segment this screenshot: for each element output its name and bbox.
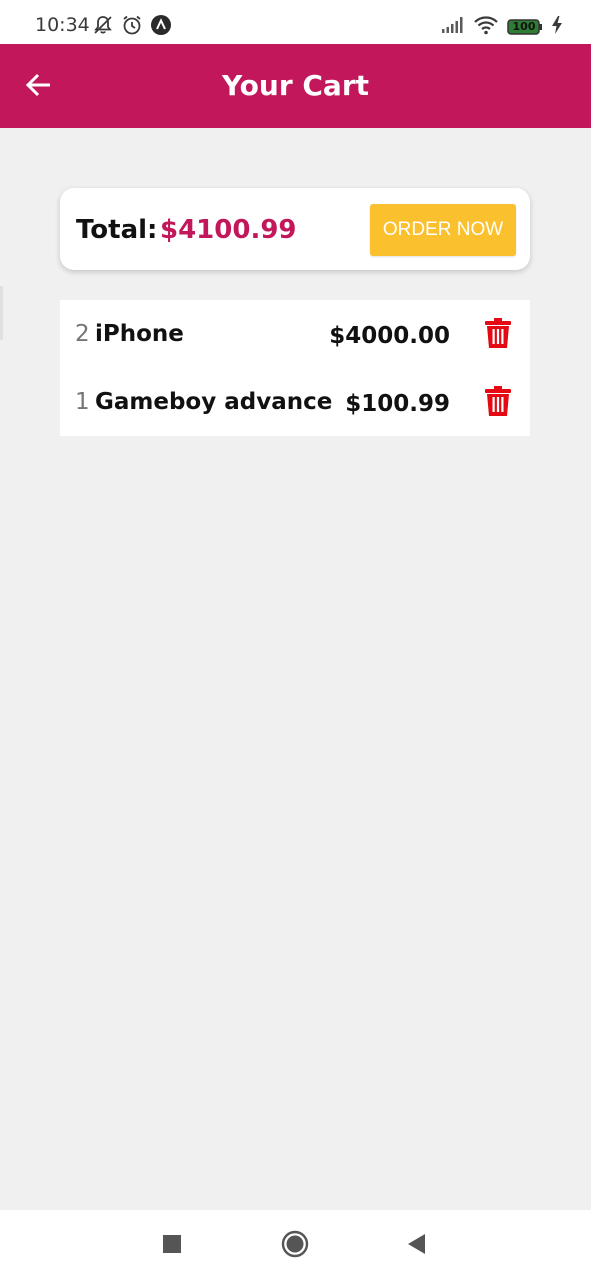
charging-icon — [551, 15, 563, 39]
page-title: Your Cart — [221, 69, 370, 102]
alarm-icon — [121, 14, 143, 40]
trash-icon — [484, 317, 512, 353]
signal-icon — [441, 15, 465, 39]
total-label: Total: — [76, 215, 158, 245]
status-right-icons: 100 — [441, 16, 563, 38]
back-triangle-icon — [406, 1233, 426, 1259]
cart-item-price: $100.99 — [345, 391, 450, 417]
home-button[interactable] — [275, 1228, 315, 1264]
order-now-button[interactable]: ORDER NOW — [370, 204, 516, 256]
cart-list: 2 iPhone $4000.00 1 Gameboy advance $100… — [60, 300, 530, 436]
battery-level: 100 — [512, 20, 536, 33]
app-bar: Your Cart — [0, 44, 591, 128]
status-left-icons — [92, 14, 172, 40]
recents-button[interactable] — [152, 1228, 192, 1264]
app-notification-icon — [150, 14, 172, 40]
delete-item-button[interactable] — [482, 386, 514, 420]
status-time: 10:34 — [35, 14, 90, 36]
notifications-off-icon — [92, 14, 114, 40]
battery-icon: 100 — [507, 18, 543, 36]
cart-item: 1 Gameboy advance $100.99 — [60, 368, 530, 436]
total-card: Total: $4100.99 ORDER NOW — [60, 188, 530, 270]
system-back-button[interactable] — [396, 1228, 436, 1264]
cart-item-price: $4000.00 — [329, 323, 450, 349]
cart-item-quantity: 1 — [75, 389, 90, 415]
trash-icon — [484, 385, 512, 421]
edge-sliver — [0, 286, 3, 340]
wifi-icon — [473, 15, 499, 39]
cart-item-quantity: 2 — [75, 321, 90, 347]
cart-item-name: iPhone — [95, 321, 184, 347]
total-amount: $4100.99 — [160, 215, 297, 245]
status-bar: 10:34 100 — [0, 0, 591, 44]
cart-item: 2 iPhone $4000.00 — [60, 300, 530, 368]
system-nav-bar — [0, 1210, 591, 1280]
cart-item-name: Gameboy advance — [95, 389, 333, 415]
recents-square-icon — [162, 1234, 182, 1258]
home-circle-icon — [281, 1230, 309, 1262]
delete-item-button[interactable] — [482, 318, 514, 352]
